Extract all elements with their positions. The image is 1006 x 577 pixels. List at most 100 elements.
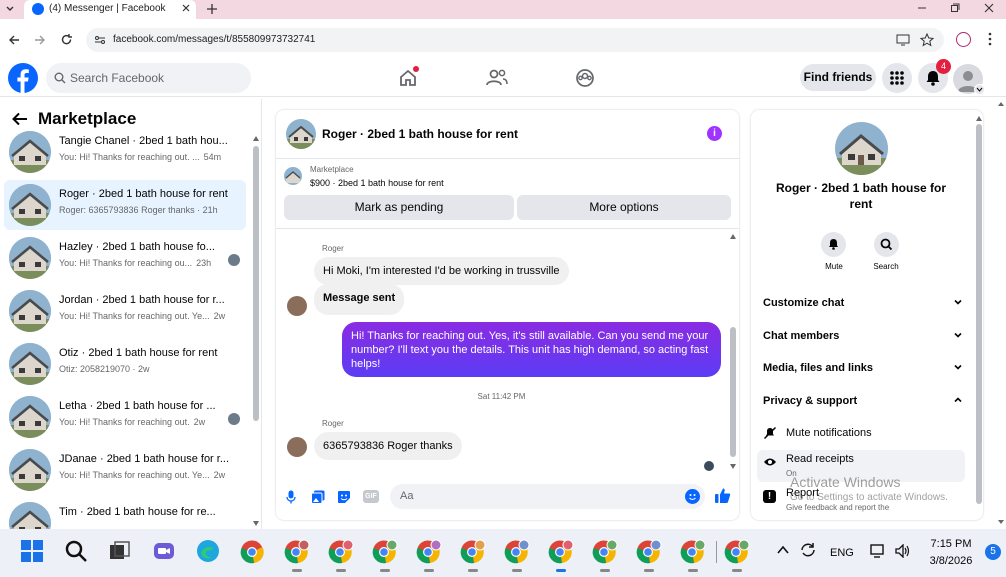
chat-scrollbar[interactable] <box>730 327 736 457</box>
site-settings-icon[interactable] <box>94 34 106 46</box>
scroll-down-icon[interactable] <box>253 521 259 526</box>
facebook-logo-icon[interactable] <box>8 63 38 93</box>
more-options-button[interactable]: More options <box>517 195 731 220</box>
chat-avatar[interactable] <box>286 119 316 149</box>
reload-icon[interactable] <box>60 33 73 46</box>
chrome-icon[interactable] <box>416 539 442 572</box>
close-tab-icon[interactable] <box>181 3 191 13</box>
chrome-icon[interactable] <box>372 539 398 572</box>
chat-scroll-up-icon[interactable] <box>730 234 736 239</box>
chat-scroll-down-icon[interactable] <box>730 464 736 469</box>
chrome-icon[interactable] <box>460 539 486 572</box>
listing-text: $900 · 2bed 1 bath house for rent <box>310 178 444 188</box>
chrome-icon[interactable] <box>328 539 354 572</box>
browser-menu-icon[interactable] <box>988 32 992 46</box>
my-message-bubble[interactable]: Hi! Thanks for reaching out. Yes, it's s… <box>342 322 721 377</box>
details-scroll-up-icon[interactable] <box>976 116 982 121</box>
running-indicator <box>424 569 434 572</box>
conversation-item[interactable]: Hazley · 2bed 1 bath house fo... You: Hi!… <box>4 233 246 283</box>
media-files-row[interactable]: Media, files and links <box>763 362 963 374</box>
search-chat-button[interactable] <box>874 232 899 257</box>
new-tab-icon[interactable] <box>206 3 218 15</box>
mute-notifications-item[interactable]: Mute notifications <box>786 427 872 439</box>
chrome-icon[interactable] <box>636 539 662 572</box>
message-bubble[interactable]: Hi Moki, I'm interested I'd be working i… <box>314 257 569 285</box>
conversation-item[interactable]: Tim · 2bed 1 bath house for re... <box>4 498 246 529</box>
sync-icon[interactable] <box>800 542 816 558</box>
scroll-up-icon[interactable] <box>253 136 259 141</box>
install-app-icon[interactable] <box>896 33 910 47</box>
account-chevron-icon[interactable] <box>974 84 985 95</box>
message-bubble[interactable]: Message sent <box>314 284 405 315</box>
house-photo-icon <box>9 184 51 226</box>
conversation-item[interactable]: Jordan · 2bed 1 bath house for r... You: … <box>4 286 246 336</box>
chrome-icon[interactable] <box>504 539 530 572</box>
photo-icon[interactable] <box>311 490 325 504</box>
mute-button[interactable] <box>821 232 846 257</box>
conversation-item[interactable]: Roger · 2bed 1 bath house for rent Roger:… <box>4 180 246 230</box>
language-indicator[interactable]: ENG <box>830 547 854 559</box>
emoji-icon[interactable] <box>685 489 700 504</box>
chrome-icon[interactable] <box>240 539 266 565</box>
conversation-item[interactable]: Letha · 2bed 1 bath house for ... You: Hi… <box>4 392 246 442</box>
page-scrollbar[interactable] <box>996 99 1006 529</box>
tab-search-icon[interactable] <box>5 4 15 14</box>
details-avatar[interactable] <box>835 122 888 175</box>
chrome-icon[interactable] <box>724 539 750 572</box>
task-view-icon[interactable] <box>108 539 134 565</box>
report-icon: ! <box>763 490 776 503</box>
conversation-item[interactable]: Tangie Chanel · 2bed 1 bath hou... You: H… <box>4 127 246 177</box>
snippet-text: You: Hi! Thanks for reaching out. Ye... <box>59 311 210 321</box>
find-friends-button[interactable]: Find friends <box>800 64 876 91</box>
customize-chat-row[interactable]: Customize chat <box>763 297 963 309</box>
chrome-icon[interactable] <box>592 539 618 572</box>
address-bar[interactable]: facebook.com/messages/t/855809973732741 <box>86 28 944 52</box>
conversation-item[interactable]: Otiz · 2bed 1 bath house for rent Otiz: 2… <box>4 339 246 389</box>
start-icon[interactable] <box>20 539 46 565</box>
message-input[interactable]: Aa <box>390 484 705 509</box>
browser-tab[interactable]: (4) Messenger | Facebook <box>24 0 196 19</box>
groups-icon[interactable] <box>575 68 595 88</box>
message-bubble[interactable]: 6365793836 Roger thanks <box>314 432 462 460</box>
network-icon[interactable] <box>870 544 886 558</box>
conversation-item[interactable]: JDanae · 2bed 1 bath house for r... You: … <box>4 445 246 495</box>
facebook-search-input[interactable]: Search Facebook <box>46 63 251 93</box>
gif-button[interactable]: GIF <box>363 490 379 503</box>
sticker-icon[interactable] <box>337 490 351 504</box>
friends-icon[interactable] <box>486 68 508 88</box>
like-thumb-icon[interactable] <box>714 487 731 504</box>
microphone-icon[interactable] <box>286 490 296 504</box>
snippet-text: Roger: 6365793836 Roger thanks · 21h <box>59 205 218 215</box>
restore-icon[interactable] <box>950 3 960 13</box>
close-window-icon[interactable] <box>984 3 994 13</box>
volume-icon[interactable] <box>895 544 911 558</box>
info-icon[interactable]: i <box>707 126 722 141</box>
chat-timestamp: Sat 11:42 PM <box>477 392 526 401</box>
meet-icon[interactable] <box>152 539 178 565</box>
chrome-icon[interactable] <box>548 539 574 572</box>
details-scrollbar[interactable] <box>976 124 982 504</box>
sender-avatar[interactable] <box>287 437 307 457</box>
chrome-icon[interactable] <box>680 539 706 572</box>
taskbar-search-icon[interactable] <box>64 539 90 565</box>
chat-members-row[interactable]: Chat members <box>763 330 963 342</box>
mark-as-pending-button[interactable]: Mark as pending <box>284 195 514 220</box>
sender-avatar[interactable] <box>287 296 307 316</box>
profile-icon[interactable] <box>956 32 971 47</box>
minimize-icon[interactable] <box>917 3 927 13</box>
clock-date[interactable]: 3/8/2026 <box>926 555 976 567</box>
activate-windows-watermark: Activate Windows <box>790 474 901 490</box>
listing-thumbnail[interactable] <box>284 167 302 185</box>
chrome-icon[interactable] <box>284 539 310 572</box>
forward-icon[interactable] <box>34 34 46 46</box>
tray-chevron-icon[interactable] <box>777 545 789 555</box>
notification-center-badge[interactable]: 5 <box>985 544 1001 560</box>
back-arrow-icon[interactable] <box>12 112 28 126</box>
back-icon[interactable] <box>8 34 20 46</box>
clock-time[interactable]: 7:15 PM <box>926 538 976 550</box>
bookmark-star-icon[interactable] <box>920 33 934 47</box>
edge-icon[interactable] <box>196 539 222 565</box>
privacy-support-row[interactable]: Privacy & support <box>763 395 963 407</box>
list-scrollbar[interactable] <box>253 146 259 421</box>
menu-grid-button[interactable] <box>882 63 912 93</box>
